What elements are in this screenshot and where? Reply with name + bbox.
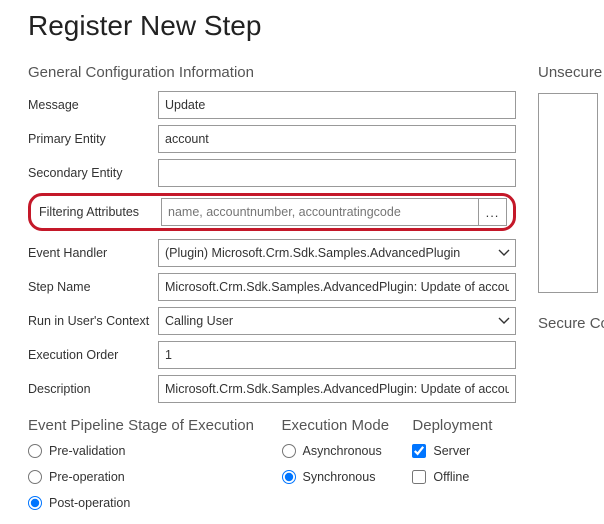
user-context-label: Run in User's Context <box>28 314 158 328</box>
message-input[interactable] <box>158 91 516 119</box>
filtering-attributes-row: Filtering Attributes ... <box>28 193 516 231</box>
event-handler-label: Event Handler <box>28 246 158 260</box>
description-input[interactable] <box>158 375 516 403</box>
filtering-attributes-browse-button[interactable]: ... <box>478 199 506 225</box>
message-label: Message <box>28 98 158 112</box>
execution-order-input[interactable] <box>158 341 516 369</box>
post-operation-label: Post-operation <box>49 496 130 510</box>
post-operation-radio[interactable] <box>28 496 42 510</box>
event-handler-select[interactable] <box>158 239 516 267</box>
unsecure-section-title: Unsecure C <box>538 64 598 81</box>
secondary-entity-label: Secondary Entity <box>28 166 158 180</box>
user-context-select[interactable] <box>158 307 516 335</box>
step-name-input[interactable] <box>158 273 516 301</box>
synchronous-radio[interactable] <box>282 470 296 484</box>
pre-validation-radio[interactable] <box>28 444 42 458</box>
general-section-title: General Configuration Information <box>28 64 516 81</box>
server-checkbox[interactable] <box>412 444 426 458</box>
offline-label: Offline <box>433 470 469 484</box>
asynchronous-label: Asynchronous <box>303 444 382 458</box>
pipeline-stage-title: Event Pipeline Stage of Execution <box>28 417 272 434</box>
pre-operation-label: Pre-operation <box>49 470 125 484</box>
execution-order-label: Execution Order <box>28 348 158 362</box>
asynchronous-radio[interactable] <box>282 444 296 458</box>
execution-mode-title: Execution Mode <box>282 417 403 434</box>
primary-entity-input[interactable] <box>158 125 516 153</box>
secondary-entity-input[interactable] <box>158 159 516 187</box>
synchronous-label: Synchronous <box>303 470 376 484</box>
unsecure-config-textarea[interactable] <box>538 93 598 293</box>
deployment-title: Deployment <box>412 417 516 434</box>
secure-section-title: Secure Co <box>538 315 598 332</box>
step-name-label: Step Name <box>28 280 158 294</box>
filtering-attributes-input[interactable] <box>162 199 478 225</box>
description-label: Description <box>28 382 158 396</box>
offline-checkbox[interactable] <box>412 470 426 484</box>
primary-entity-label: Primary Entity <box>28 132 158 146</box>
server-label: Server <box>433 444 470 458</box>
filtering-attributes-label: Filtering Attributes <box>33 205 161 219</box>
pre-operation-radio[interactable] <box>28 470 42 484</box>
pre-validation-label: Pre-validation <box>49 444 125 458</box>
page-title: Register New Step <box>28 10 604 42</box>
